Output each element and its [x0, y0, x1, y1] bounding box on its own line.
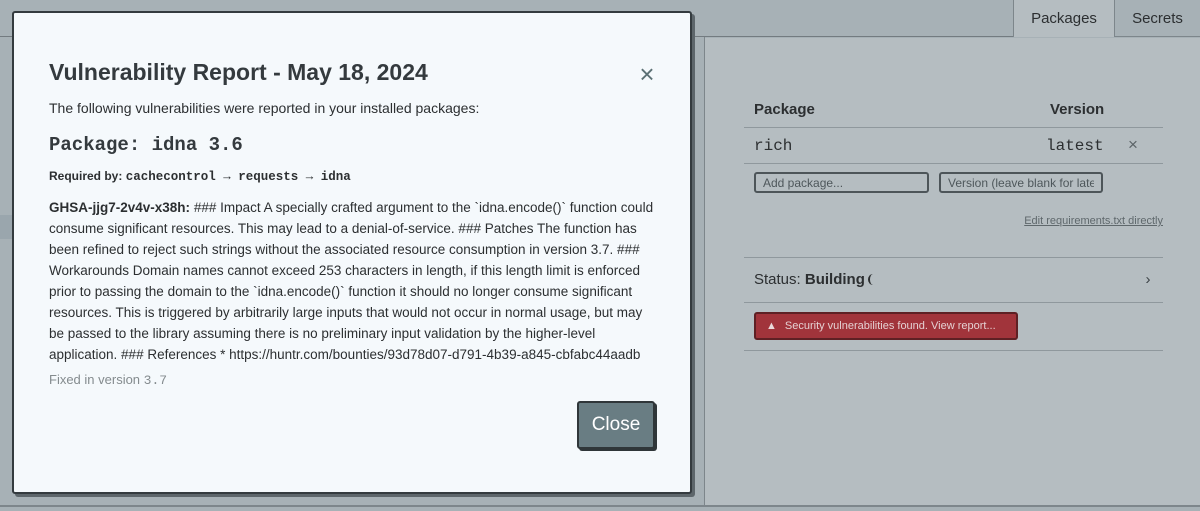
- required-by-label: Required by:: [49, 169, 123, 183]
- status-value: Building: [804, 271, 865, 288]
- spinner-icon: [867, 274, 878, 285]
- dependency-chain: cachecontrol → requests → idna: [125, 170, 351, 184]
- status-label: Status:: [754, 271, 801, 288]
- advisory-description: ### Impact A specially crafted argument …: [49, 200, 654, 362]
- tab-packages[interactable]: Packages: [1013, 0, 1115, 37]
- fixed-version: Fixed in version 3.7: [49, 372, 167, 388]
- vulnerability-report-dialog: Vulnerability Report - May 18, 2024 × Th…: [12, 11, 692, 494]
- package-version: latest: [1046, 137, 1104, 155]
- advisory-text: GHSA-jjg7-2v4v-x38h: ### Impact A specia…: [49, 197, 661, 365]
- remove-package-icon[interactable]: ×: [1124, 134, 1142, 156]
- chevron-right-icon[interactable]: ›: [1141, 270, 1155, 288]
- edit-requirements-link[interactable]: Edit requirements.txt directly: [1024, 215, 1163, 227]
- section-divider: [744, 257, 1163, 258]
- row-divider: [744, 163, 1163, 164]
- section-divider: [744, 350, 1163, 351]
- version-column-header: Version: [1050, 101, 1105, 118]
- fixed-version-label: Fixed in version: [49, 372, 141, 387]
- close-icon[interactable]: ×: [635, 61, 659, 87]
- fixed-version-value: 3.7: [143, 373, 168, 388]
- header-divider: [744, 127, 1163, 128]
- vulnerability-banner-text: Security vulnerabilities found. View rep…: [784, 320, 996, 332]
- vulnerability-report-button[interactable]: ▲ Security vulnerabilities found. View r…: [754, 312, 1018, 340]
- build-status[interactable]: Status: Building: [754, 271, 878, 288]
- dialog-title: Vulnerability Report - May 18, 2024: [49, 59, 428, 85]
- package-heading: Package: idna 3.6: [49, 134, 243, 156]
- package-name: rich: [754, 137, 793, 155]
- required-by: Required by: cachecontrol → requests → i…: [49, 169, 351, 184]
- close-button[interactable]: Close: [577, 401, 655, 449]
- warning-icon: ▲: [766, 320, 777, 332]
- dialog-intro: The following vulnerabilities were repor…: [49, 100, 480, 116]
- version-input[interactable]: [939, 172, 1103, 193]
- add-package-input[interactable]: [754, 172, 929, 193]
- tab-secrets[interactable]: Secrets: [1114, 0, 1200, 37]
- advisory-id: GHSA-jjg7-2v4v-x38h:: [49, 200, 191, 215]
- section-divider: [744, 302, 1163, 303]
- package-column-header: Package: [754, 101, 815, 118]
- bottom-border: [0, 505, 1200, 507]
